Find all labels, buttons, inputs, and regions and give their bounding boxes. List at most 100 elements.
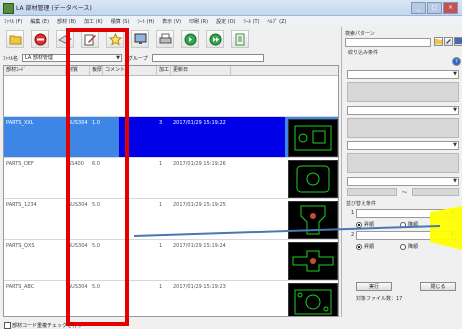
document-button[interactable] <box>231 30 249 48</box>
menu-edit[interactable]: 編集 (E) <box>26 16 53 26</box>
sort-1-label: 1 <box>351 210 355 216</box>
table-row[interactable] <box>4 76 338 117</box>
search-panel: 検索パターン 絞り込み条件 ? ～ 並び替え条件 1 昇順 降順 2 昇順 降順… <box>341 27 462 317</box>
range-from-input[interactable] <box>347 188 397 196</box>
close-panel-button[interactable]: 閉じる <box>420 282 456 291</box>
sort-1-descending-radio[interactable]: 降順 <box>400 221 418 228</box>
group-input[interactable] <box>151 54 264 62</box>
close-button[interactable]: × <box>443 2 458 14</box>
cell-date: 2017/01/29 15:19:24 <box>173 243 226 249</box>
folder-open-icon <box>9 35 21 44</box>
open-folder-button[interactable] <box>6 30 24 48</box>
cell-code: PARTS_1234 <box>6 202 37 208</box>
menu-help[interactable]: ﾍﾙﾌﾟ (Z) <box>264 16 291 26</box>
help-button[interactable]: ? <box>452 57 461 66</box>
part-thumbnail[interactable] <box>288 119 338 157</box>
filter-conditions-label: 絞り込み条件 <box>348 50 379 56</box>
menu-estimate[interactable]: 積算 (S) <box>107 16 134 26</box>
col-header-thickness[interactable]: 板厚 <box>90 66 103 75</box>
edit-sheet-icon <box>84 34 96 45</box>
menu-sheet[interactable]: ｼｰﾄ (H) <box>133 16 158 26</box>
part-drawing-icon <box>300 205 326 235</box>
part-thumbnail[interactable] <box>288 242 338 280</box>
stop-button[interactable] <box>31 30 49 48</box>
result-count: 対象ファイル数：17 <box>356 296 403 302</box>
cell-comment <box>103 199 157 239</box>
part-thumbnail[interactable] <box>288 201 338 239</box>
part-thumbnail[interactable] <box>288 283 338 316</box>
filter-value-2[interactable] <box>347 118 459 138</box>
eraser-button[interactable] <box>56 30 74 48</box>
forward-button[interactable] <box>181 30 199 48</box>
sort-1-ascending-radio[interactable]: 昇順 <box>356 221 374 228</box>
menu-print[interactable]: 印刷 (R) <box>185 16 212 26</box>
cell-code: PARTS_XXL <box>6 120 34 126</box>
cell-material: SUS304 <box>68 284 88 290</box>
cell-comment <box>103 281 157 316</box>
forward-green-icon <box>184 33 196 45</box>
menu-view[interactable]: 表示 (V) <box>158 16 185 26</box>
monitor-button[interactable] <box>131 30 149 48</box>
menu-process[interactable]: 加工 (K) <box>80 16 107 26</box>
sort-2-label: 2 <box>351 232 355 238</box>
cell-thickness: 5.0 <box>92 284 100 290</box>
cell-thickness: 6.0 <box>92 161 100 167</box>
col-header-comment[interactable]: コメント <box>103 66 157 75</box>
range-to-input[interactable] <box>412 188 459 196</box>
menu-tools[interactable]: ﾂｰﾙ (T) <box>240 16 264 26</box>
save-pattern-button[interactable] <box>454 37 462 46</box>
cell-process: 1 <box>159 161 163 167</box>
filter-field-3-select[interactable] <box>347 141 459 150</box>
col-header-process[interactable]: 加工 <box>157 66 171 75</box>
printer-icon <box>159 33 171 44</box>
range-separator: ～ <box>402 190 408 196</box>
folder-button[interactable] <box>434 37 443 46</box>
maximize-button[interactable]: □ <box>427 2 442 14</box>
cell-process: 1 <box>159 202 163 208</box>
star-icon <box>108 32 122 46</box>
filter-field-2-select[interactable] <box>347 106 459 115</box>
menu-parts[interactable]: 部材 (B) <box>53 16 80 26</box>
menu-file[interactable]: ﾌｧｲﾙ (F) <box>0 16 26 26</box>
minimize-button[interactable]: _ <box>411 2 426 14</box>
sort-2-descending-radio[interactable]: 降順 <box>400 243 418 250</box>
cell-code: PARTS_QXS <box>6 243 35 249</box>
duplicate-check-checkbox[interactable] <box>4 322 11 329</box>
part-thumbnail[interactable] <box>288 160 338 198</box>
stop-icon <box>34 33 46 45</box>
next-button[interactable] <box>206 30 224 48</box>
next-green-icon <box>209 33 221 45</box>
search-pattern-field[interactable] <box>345 38 431 47</box>
sort-1-select[interactable] <box>356 209 456 218</box>
cell-process: 1 <box>159 284 163 290</box>
cell-comment <box>103 76 157 116</box>
edit-pattern-button[interactable] <box>444 37 453 46</box>
status-bar: 部材コード重複チェックを行う <box>0 319 340 329</box>
filter-value-1[interactable] <box>347 82 459 102</box>
execute-button[interactable]: 実行 <box>356 282 392 291</box>
filter-field-1-select[interactable] <box>347 70 459 79</box>
col-header-material[interactable]: 材質 <box>66 66 90 75</box>
edit-sheet-button[interactable] <box>81 30 99 48</box>
monitor-icon <box>134 33 146 44</box>
print-button[interactable] <box>156 30 174 48</box>
cell-thickness: 5.0 <box>92 202 100 208</box>
col-header-code[interactable]: 部材ｺｰﾄﾞ <box>4 66 66 75</box>
filter-value-3[interactable] <box>347 153 459 173</box>
file-select[interactable]: LA 部材管理 <box>22 54 123 62</box>
col-header-date[interactable]: 更新日 <box>171 66 231 75</box>
cell-material: SUS304 <box>68 243 88 249</box>
cell-process <box>157 76 171 116</box>
menu-settings[interactable]: 設定 (O) <box>212 16 239 26</box>
sort-2-ascending-radio[interactable]: 昇順 <box>356 243 374 250</box>
sort-2-select[interactable] <box>356 231 456 240</box>
favorite-button[interactable] <box>106 30 124 48</box>
duplicate-check-label: 部材コード重複チェックを行う <box>12 323 83 329</box>
grid-header: 部材ｺｰﾄﾞ 材質 板厚 コメント 加工 更新日 <box>4 66 338 76</box>
window-title: LA 部材管理 (データベース) <box>16 5 92 12</box>
filter-field-4-select[interactable] <box>347 177 459 186</box>
cell-thickness: 1.0 <box>92 120 100 126</box>
search-pattern-label: 検索パターン <box>345 31 375 37</box>
group-label: グループ <box>128 55 148 62</box>
cell-date: 2017/01/29 15:19:22 <box>173 120 226 126</box>
